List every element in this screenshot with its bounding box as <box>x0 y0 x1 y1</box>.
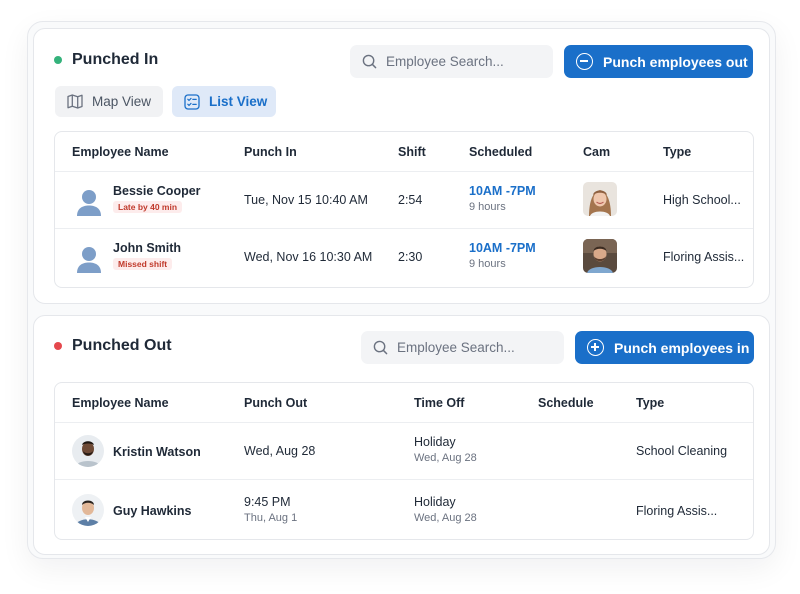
scheduled-cell: 10AM -7PM 9 hours <box>469 241 536 270</box>
employee-name[interactable]: Guy Hawkins <box>113 504 192 518</box>
punch-in-label: Punch employees in <box>614 339 750 356</box>
time-off-type: Holiday <box>414 435 456 449</box>
map-view-label: Map View <box>92 94 152 109</box>
punched-out-title: Punched Out <box>72 337 172 354</box>
col-schedule[interactable]: Schedule <box>538 396 594 410</box>
scheduled-hours: 9 hours <box>469 201 506 213</box>
map-icon <box>67 94 83 109</box>
scheduled-hours: 9 hours <box>469 258 506 270</box>
table-header-row: Employee Name Punch In Shift Scheduled C… <box>55 132 753 171</box>
shift-duration: 2:30 <box>398 250 423 264</box>
punched-in-table: Employee Name Punch In Shift Scheduled C… <box>54 131 754 288</box>
punch-employees-out-button[interactable]: Punch employees out <box>564 45 753 78</box>
col-punch-in[interactable]: Punch In <box>244 145 297 159</box>
cam-snapshot[interactable] <box>583 239 617 273</box>
col-time-off[interactable]: Time Off <box>414 396 464 410</box>
time-off-date: Wed, Aug 28 <box>414 512 477 524</box>
col-type[interactable]: Type <box>663 145 691 159</box>
punch-out-date: Thu, Aug 1 <box>244 512 298 524</box>
minus-circle-icon <box>576 53 593 70</box>
col-scheduled[interactable]: Scheduled <box>469 145 532 159</box>
checklist-icon <box>184 93 200 110</box>
punched-out-header: Punched Out <box>54 337 172 355</box>
punch-out-cell: 9:45 PM Thu, Aug 1 <box>244 495 297 524</box>
punched-in-header: Punched In <box>54 51 158 69</box>
table-row[interactable]: Bessie Cooper Late by 40 min Tue, Nov 15… <box>55 171 753 228</box>
punch-employees-in-button[interactable]: Punch employees in <box>575 331 754 364</box>
avatar <box>72 435 104 467</box>
table-header-row: Employee Name Punch Out Time Off Schedul… <box>55 383 753 422</box>
shift-duration: 2:54 <box>398 193 423 207</box>
punched-out-search[interactable] <box>361 331 564 364</box>
punched-out-status-dot <box>54 342 62 350</box>
scheduled-cell: 10AM -7PM 9 hours <box>469 184 536 213</box>
punched-out-panel: Punched Out Punch employees in Employee … <box>33 315 770 555</box>
time-off-cell: Holiday Wed, Aug 28 <box>414 435 477 464</box>
col-shift[interactable]: Shift <box>398 145 426 159</box>
employee-name-cell: John Smith Missed shift <box>113 241 181 270</box>
employee-type: Floring Assis... <box>636 504 718 518</box>
status-badge: Missed shift <box>113 258 173 270</box>
employee-name[interactable]: Bessie Cooper <box>113 184 201 198</box>
scheduled-time[interactable]: 10AM -7PM <box>469 241 536 255</box>
employee-name-cell: Bessie Cooper Late by 40 min <box>113 184 201 213</box>
punched-in-search[interactable] <box>350 45 553 78</box>
table-row[interactable]: Guy Hawkins 9:45 PM Thu, Aug 1 Holiday W… <box>55 479 753 539</box>
punch-out-time: 9:45 PM <box>244 495 291 509</box>
col-cam[interactable]: Cam <box>583 145 610 159</box>
punched-in-title: Punched In <box>72 51 159 68</box>
plus-circle-icon <box>587 339 604 356</box>
status-badge: Late by 40 min <box>113 201 183 213</box>
list-view-toggle[interactable]: List View <box>172 86 276 117</box>
map-view-toggle[interactable]: Map View <box>55 86 163 117</box>
search-icon <box>373 340 388 355</box>
punched-out-table: Employee Name Punch Out Time Off Schedul… <box>54 382 754 540</box>
col-employee-name[interactable]: Employee Name <box>72 396 169 410</box>
time-off-cell: Holiday Wed, Aug 28 <box>414 495 477 524</box>
scheduled-time[interactable]: 10AM -7PM <box>469 184 536 198</box>
punch-in-time: Tue, Nov 15 10:40 AM <box>244 193 368 207</box>
time-off-date: Wed, Aug 28 <box>414 452 477 464</box>
table-row[interactable]: Kristin Watson Wed, Aug 28 Holiday Wed, … <box>55 422 753 479</box>
employee-type: Floring Assis... <box>663 250 745 264</box>
time-off-type: Holiday <box>414 495 456 509</box>
avatar <box>72 494 104 526</box>
cam-snapshot[interactable] <box>583 182 617 216</box>
employee-type: High School... <box>663 193 741 207</box>
person-icon <box>77 247 101 273</box>
employee-name[interactable]: Kristin Watson <box>113 445 201 459</box>
employee-name[interactable]: John Smith <box>113 241 181 255</box>
person-icon <box>77 190 101 216</box>
punched-in-status-dot <box>54 56 62 64</box>
employee-type: School Cleaning <box>636 444 728 458</box>
col-type[interactable]: Type <box>636 396 664 410</box>
punch-out-label: Punch employees out <box>603 53 748 70</box>
list-view-label: List View <box>209 94 268 109</box>
punch-in-time: Wed, Nov 16 10:30 AM <box>244 250 373 264</box>
punch-out-time: Wed, Aug 28 <box>244 444 316 458</box>
col-punch-out[interactable]: Punch Out <box>244 396 307 410</box>
search-icon <box>362 54 377 69</box>
punched-in-panel: Punched In Punch employees out Map View … <box>33 28 770 304</box>
table-row[interactable]: John Smith Missed shift Wed, Nov 16 10:3… <box>55 228 753 287</box>
col-employee-name[interactable]: Employee Name <box>72 145 169 159</box>
punched-out-search-input[interactable] <box>397 340 547 355</box>
punched-in-search-input[interactable] <box>386 54 536 69</box>
